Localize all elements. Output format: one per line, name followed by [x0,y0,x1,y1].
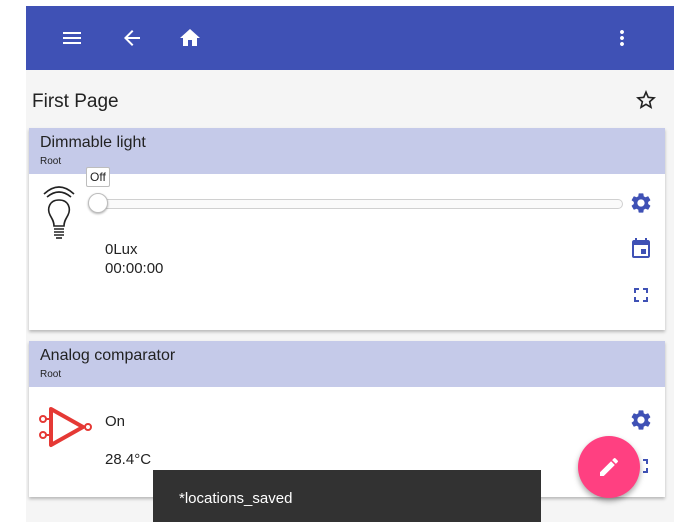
snackbar: *locations_saved [153,470,541,522]
calendar-icon[interactable] [629,237,653,261]
card-subtitle: Root [40,369,62,380]
time-value: 00:00:00 [105,260,164,277]
dimmer-slider-thumb[interactable] [88,193,108,213]
edit-fab-button[interactable] [578,436,640,498]
dimmer-slider-track[interactable] [99,199,623,209]
gear-icon[interactable] [629,191,653,215]
comparator-state: On [105,413,126,430]
gear-icon[interactable] [629,408,653,432]
page-header: First Page [26,70,674,128]
card-title: Dimmable light [40,134,146,151]
card-title: Analog comparator [40,347,176,364]
dimmable-light-card: Dimmable light Root Off 0Lux 00:00:00 [29,128,665,330]
home-icon[interactable] [178,26,202,50]
more-vert-icon[interactable] [610,26,634,50]
star-outline-icon[interactable] [634,88,658,112]
snackbar-message: *locations_saved [179,490,293,507]
edit-icon [597,455,621,479]
slider-value-tooltip: Off [86,167,110,187]
arrow-back-icon[interactable] [120,26,144,50]
light-bulb-icon [42,182,76,244]
fullscreen-icon[interactable] [629,283,653,307]
page-title: First Page [32,91,119,112]
card-header: Dimmable light Root [29,128,665,174]
app-bar [26,6,674,70]
lux-value: 0Lux [105,241,138,258]
temperature-value: 28.4°C [105,451,152,468]
menu-icon[interactable] [60,26,84,50]
card-subtitle: Root [40,156,62,167]
card-header: Analog comparator Root [29,341,665,387]
app-frame: First Page Dimmable light Root Off 0Lux … [26,6,674,522]
comparator-icon [35,405,93,449]
